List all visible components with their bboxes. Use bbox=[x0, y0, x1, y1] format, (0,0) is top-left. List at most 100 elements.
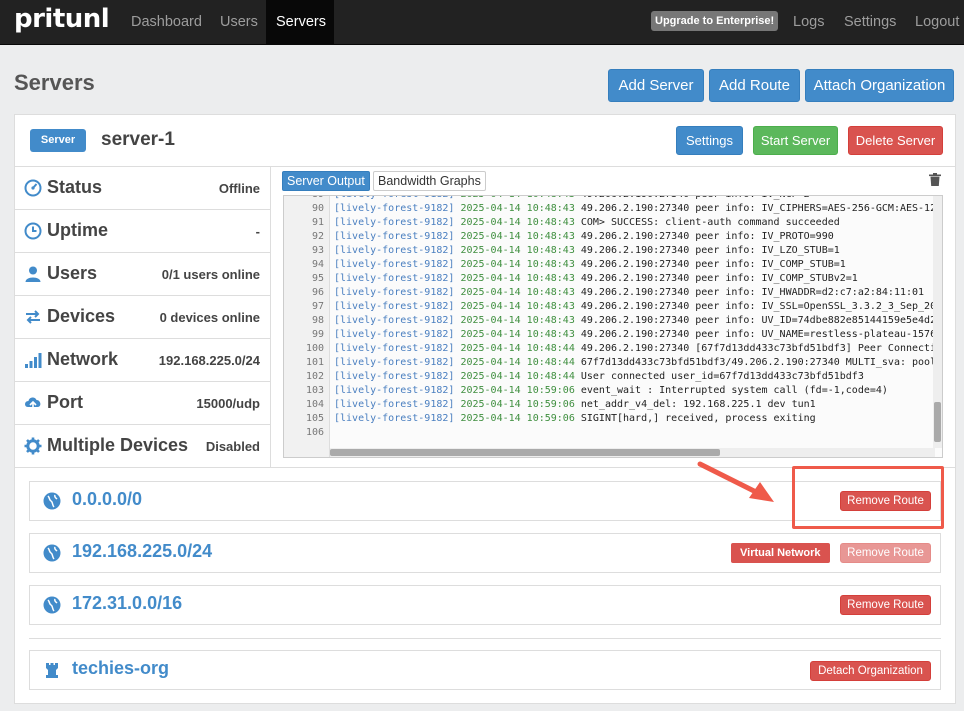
log-tag: [lively-forest-9182] bbox=[334, 196, 454, 200]
info-value: 192.168.225.0/24 bbox=[158, 353, 260, 368]
log-line: 104 [lively-forest-9182] 2025-04-14 10:59… bbox=[284, 398, 816, 412]
start-server-button[interactable]: Start Server bbox=[753, 126, 838, 155]
line-content: [lively-forest-9182] 2025-04-14 10:59:06… bbox=[334, 412, 816, 426]
nav-servers[interactable]: Servers bbox=[266, 0, 334, 45]
line-number: 94 bbox=[311, 259, 324, 270]
log-line: 93 [lively-forest-9182] 2025-04-14 10:48:… bbox=[284, 244, 840, 258]
brand-logo[interactable]: pritunl bbox=[14, 4, 110, 34]
route-network: 172.31.0.0/16 bbox=[72, 593, 183, 613]
log-tag: [lively-forest-9182] bbox=[334, 217, 455, 228]
log-line: 99 [lively-forest-9182] 2025-04-14 10:48:… bbox=[284, 328, 936, 342]
info-row-network: Network 192.168.225.0/24 bbox=[15, 339, 270, 382]
line-content: [lively-forest-9182] 2025-04-14 10:48:43… bbox=[334, 328, 936, 342]
info-value: 0 devices online bbox=[159, 310, 260, 325]
nav-settings[interactable]: Settings bbox=[844, 0, 896, 45]
line-content: [lively-forest-9182] 2025-04-14 10:48:43… bbox=[334, 230, 834, 244]
log-timestamp: 2025-04-14 10:48:44 bbox=[460, 343, 575, 354]
line-content: [lively-forest-9182] 2025-04-14 10:48:43… bbox=[334, 202, 942, 216]
log-tag: [lively-forest-9182] bbox=[334, 287, 455, 298]
info-row-uptime: Uptime - bbox=[15, 210, 270, 253]
detach-organization-button[interactable]: Detach Organization bbox=[810, 661, 931, 681]
line-number: 98 bbox=[311, 315, 324, 326]
log-tag: [lively-forest-9182] bbox=[334, 273, 455, 284]
tower-icon bbox=[46, 663, 58, 678]
line-content: [lively-forest-9182] 2025-04-14 10:48:43… bbox=[334, 272, 858, 286]
upgrade-badge[interactable]: Upgrade to Enterprise! bbox=[651, 11, 779, 31]
log-message: 49.206.2.190:27340 peer info: IV_NCP=2 bbox=[581, 196, 810, 200]
line-number: 91 bbox=[311, 217, 324, 228]
log-line: 106 bbox=[284, 426, 324, 440]
log-timestamp: 2025-04-14 10:48:43 bbox=[460, 196, 574, 200]
info-value: Offline bbox=[218, 181, 260, 196]
log-timestamp: 2025-04-14 10:48:43 bbox=[460, 245, 575, 256]
nav-logout[interactable]: Logout bbox=[915, 0, 959, 45]
log-tag: [lively-forest-9182] bbox=[334, 385, 455, 396]
add-server-button[interactable]: Add Server bbox=[608, 69, 704, 102]
line-content: [lively-forest-9182] 2025-04-14 10:48:43… bbox=[334, 286, 924, 300]
route-row: 172.31.0.0/16 bbox=[29, 585, 941, 625]
transfer-icon bbox=[26, 310, 40, 324]
line-number: 99 bbox=[311, 329, 324, 340]
organization-name: techies-org bbox=[72, 658, 170, 678]
info-value: Disabled bbox=[205, 439, 260, 454]
log-timestamp: 2025-04-14 10:48:43 bbox=[460, 273, 575, 284]
tab-server-output[interactable]: Server Output bbox=[282, 171, 370, 191]
line-content: [lively-forest-9182] 2025-04-14 10:48:44… bbox=[334, 370, 864, 384]
attach-organization-button[interactable]: Attach Organization bbox=[805, 69, 954, 102]
nav-logs[interactable]: Logs bbox=[793, 0, 824, 45]
log-message: 49.206.2.190:27340 peer info: IV_SSL=Ope… bbox=[580, 301, 937, 312]
log-line: 105 [lively-forest-9182] 2025-04-14 10:59… bbox=[284, 412, 816, 426]
log-timestamp: 2025-04-14 10:48:43 bbox=[460, 287, 575, 298]
line-number: 101 bbox=[305, 357, 324, 368]
globe-icon bbox=[43, 492, 61, 510]
remove-route-button[interactable]: Remove Route bbox=[840, 543, 931, 563]
line-number: 105 bbox=[305, 413, 324, 424]
log-tag: [lively-forest-9182] bbox=[334, 315, 455, 326]
line-number: 104 bbox=[305, 399, 324, 410]
remove-route-button[interactable]: Remove Route bbox=[840, 595, 931, 615]
log-message: 49.206.2.190:27340 peer info: IV_LZO_STU… bbox=[580, 245, 840, 256]
info-divider bbox=[270, 167, 271, 468]
log-timestamp: 2025-04-14 10:59:06 bbox=[460, 399, 575, 410]
add-route-button[interactable]: Add Route bbox=[709, 69, 800, 102]
log-line: 97 [lively-forest-9182] 2025-04-14 10:48:… bbox=[284, 300, 936, 314]
log-line: 90 [lively-forest-9182] 2025-04-14 10:48:… bbox=[284, 202, 942, 216]
line-content: [lively-forest-9182] 2025-04-14 10:48:43… bbox=[334, 314, 936, 328]
vertical-scrollbar[interactable] bbox=[933, 196, 942, 448]
info-row-status: Status Offline bbox=[15, 167, 270, 210]
tab-bandwidth-graphs[interactable]: Bandwidth Graphs bbox=[373, 171, 486, 191]
log-message: User connected user_id=67f7d13dd433c73bf… bbox=[580, 371, 864, 382]
log-message: COM> SUCCESS: client-auth command succee… bbox=[580, 217, 840, 228]
route-network: 0.0.0.0/0 bbox=[72, 489, 143, 509]
server-settings-button[interactable]: Settings bbox=[676, 126, 743, 155]
line-number: 90 bbox=[311, 203, 324, 214]
log-tag: [lively-forest-9182] bbox=[334, 231, 455, 242]
log-timestamp: 2025-04-14 10:48:43 bbox=[460, 203, 575, 214]
scroll-thumb[interactable] bbox=[330, 449, 720, 456]
log-tag: [lively-forest-9182] bbox=[334, 329, 455, 340]
virtual-network-badge: Virtual Network bbox=[731, 543, 830, 563]
scroll-thumb[interactable] bbox=[934, 402, 941, 442]
server-output-log[interactable]: 89 [lively-forest-9182] 2025-04-14 10:48:… bbox=[283, 195, 943, 458]
info-value: 0/1 users online bbox=[161, 267, 260, 282]
globe-icon bbox=[43, 596, 61, 614]
line-number: 93 bbox=[311, 245, 324, 256]
log-line: 98 [lively-forest-9182] 2025-04-14 10:48:… bbox=[284, 314, 936, 328]
log-line: 101 [lively-forest-9182] 2025-04-14 10:48… bbox=[284, 356, 936, 370]
nav-dashboard[interactable]: Dashboard bbox=[121, 0, 212, 45]
log-timestamp: 2025-04-14 10:48:43 bbox=[460, 231, 575, 242]
route-network: 192.168.225.0/24 bbox=[72, 541, 213, 561]
nav-users[interactable]: Users bbox=[210, 0, 268, 45]
trash-icon[interactable] bbox=[929, 173, 941, 186]
line-content: [lively-forest-9182] 2025-04-14 10:59:06… bbox=[334, 384, 888, 398]
line-content: [lively-forest-9182] 2025-04-14 10:48:43… bbox=[334, 244, 840, 258]
log-timestamp: 2025-04-14 10:59:06 bbox=[460, 385, 575, 396]
log-tag: [lively-forest-9182] bbox=[334, 259, 455, 270]
annotation-highlight-box bbox=[792, 466, 944, 529]
horizontal-scrollbar[interactable] bbox=[330, 448, 935, 457]
log-line: 103 [lively-forest-9182] 2025-04-14 10:59… bbox=[284, 384, 888, 398]
log-tag: [lively-forest-9182] bbox=[334, 245, 455, 256]
log-message: 49.206.2.190:27340 peer info: UV_NAME=re… bbox=[580, 329, 937, 340]
navbar: pritunl Dashboard Users Servers Upgrade … bbox=[0, 0, 964, 45]
delete-server-button[interactable]: Delete Server bbox=[848, 126, 943, 155]
